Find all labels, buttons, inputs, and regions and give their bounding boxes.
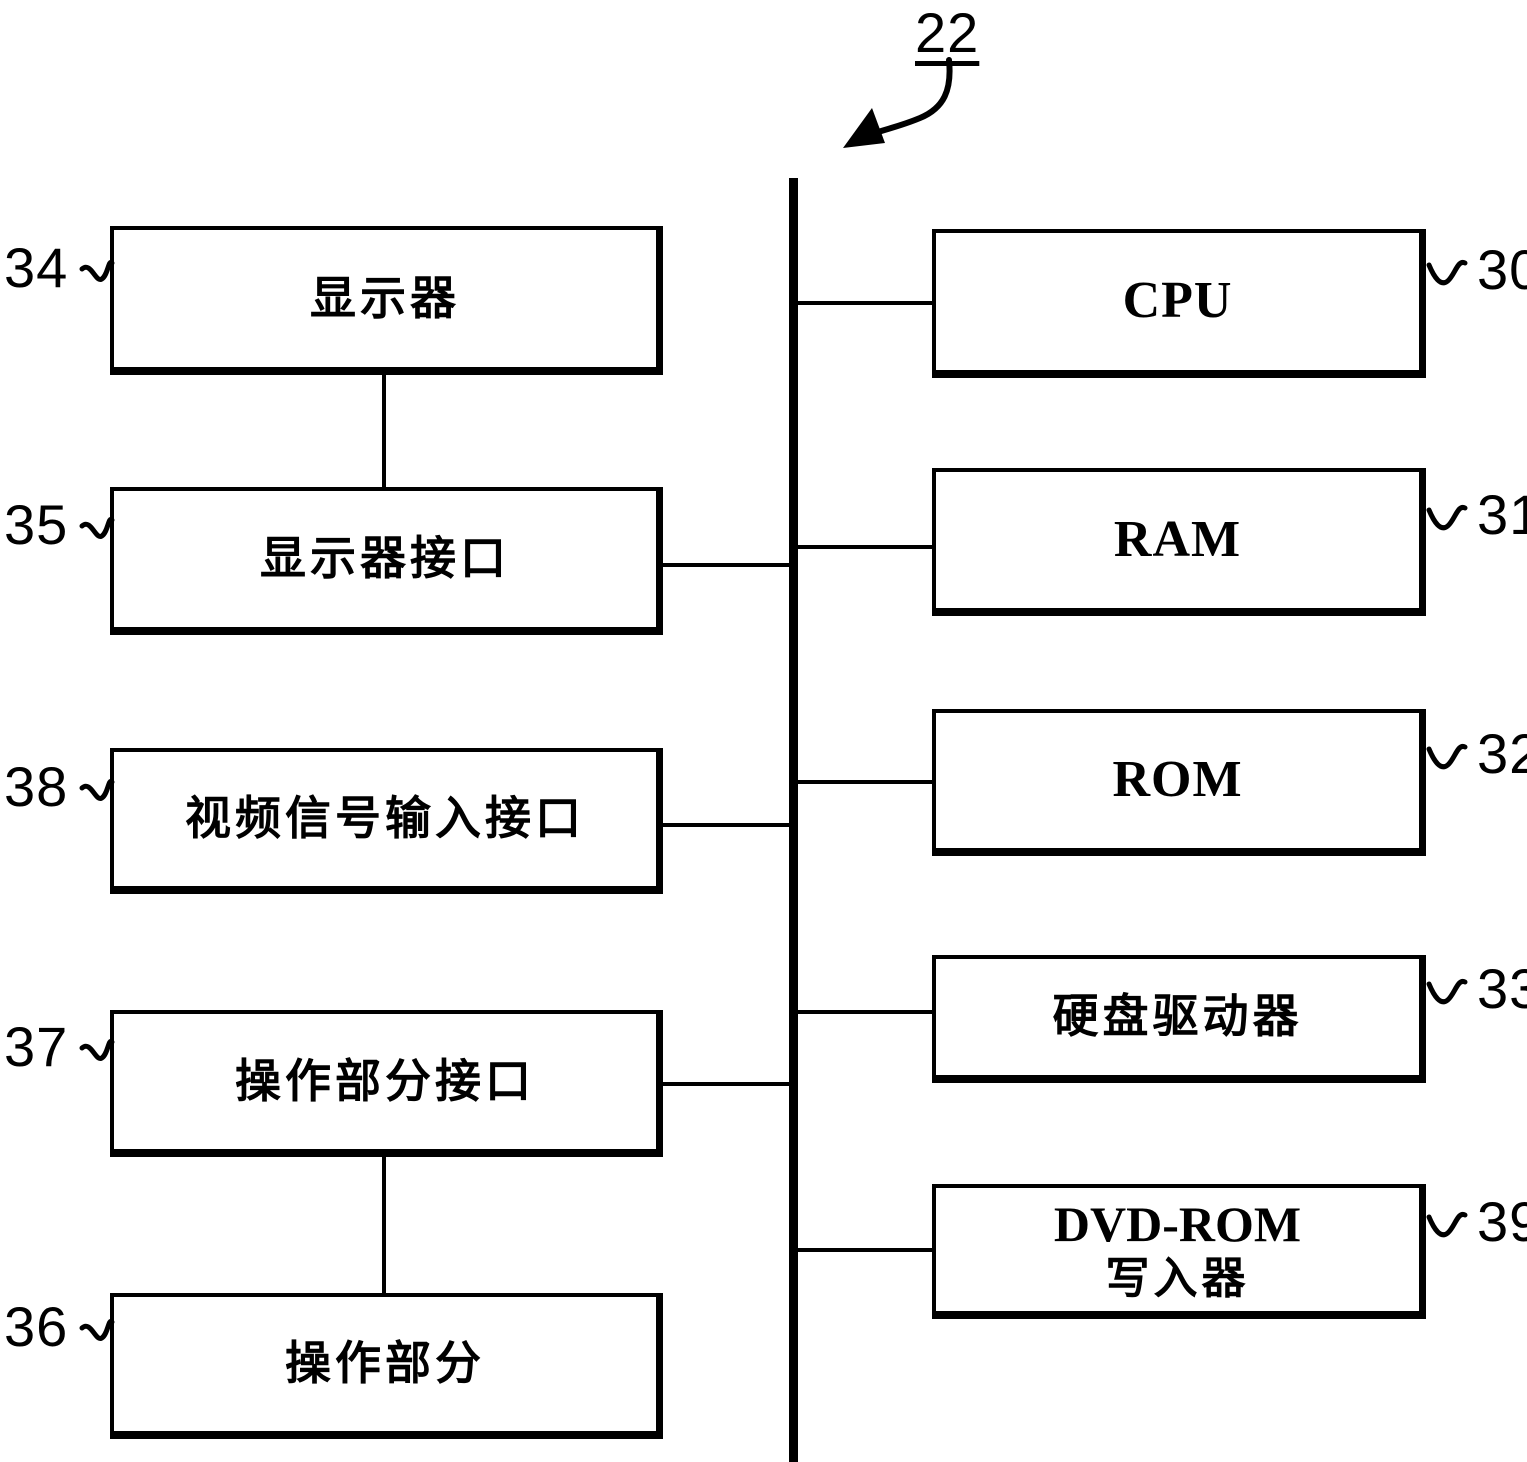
block-hard-disk-drive: 硬盘驱动器: [932, 955, 1426, 1083]
reference-numeral-33: 33: [1477, 957, 1527, 1020]
connector-bus-to-rom: [789, 780, 936, 784]
block-operation-part: 操作部分: [110, 1293, 663, 1439]
block-label-dvd-rom-writer-line2: 写入器: [1105, 1252, 1250, 1304]
block-label-cpu: CPU: [1122, 272, 1233, 330]
leader-line-36: [79, 1318, 115, 1341]
block-rom: ROM: [932, 709, 1426, 856]
block-label-hard-disk-drive: 硬盘驱动器: [1052, 989, 1303, 1044]
block-label-display: 显示器: [310, 270, 460, 325]
reference-numeral-31: 31: [1477, 483, 1527, 546]
connector-bus-to-cpu: [789, 301, 936, 305]
connector-bus-to-ram: [789, 545, 936, 549]
leader-line-33: [1426, 978, 1468, 1005]
block-label-display-interface: 显示器接口: [260, 531, 510, 586]
connector-display-interface-to-bus: [663, 563, 793, 567]
block-label-ram: RAM: [1113, 510, 1242, 568]
leader-line-35: [79, 516, 115, 539]
block-label-operation-part-interface: 操作部分接口: [235, 1053, 535, 1108]
reference-numeral-30: 30: [1477, 238, 1527, 301]
block-display: 显示器: [110, 226, 663, 375]
block-cpu: CPU: [932, 229, 1426, 378]
block-label-rom: ROM: [1112, 751, 1243, 809]
connector-operation-interface-to-bus: [663, 1082, 793, 1086]
leader-line-39: [1426, 1211, 1468, 1238]
block-video-signal-input-interface: 视频信号输入接口: [110, 748, 663, 894]
leader-line-32: [1426, 743, 1468, 770]
assembly-pointer-arrow: [843, 57, 953, 148]
leader-line-34: [79, 259, 115, 282]
connector-bus-to-hard-disk-drive: [789, 1010, 936, 1014]
leader-line-37: [79, 1038, 115, 1061]
reference-numeral-32: 32: [1477, 722, 1527, 785]
connector-display-to-display-interface: [382, 375, 386, 487]
block-label-dvd-rom-writer: DVD-ROM 写入器: [1053, 1195, 1302, 1304]
leader-line-38: [79, 778, 115, 801]
block-display-interface: 显示器接口: [110, 487, 663, 635]
reference-numeral-35: 35: [4, 493, 69, 556]
leader-line-31: [1426, 504, 1468, 531]
block-dvd-rom-writer: DVD-ROM 写入器: [932, 1184, 1426, 1319]
block-ram: RAM: [932, 468, 1426, 616]
block-label-video-signal-input-interface: 视频信号输入接口: [185, 791, 585, 846]
block-operation-part-interface: 操作部分接口: [110, 1010, 663, 1157]
system-bus-line: [789, 178, 798, 1462]
connector-bus-to-dvd-rom-writer: [789, 1248, 936, 1252]
reference-numeral-39: 39: [1477, 1190, 1527, 1253]
connector-operation-interface-to-operation-part: [382, 1157, 386, 1293]
assembly-reference-numeral-22: 22: [915, 1, 980, 64]
reference-numeral-38: 38: [4, 755, 69, 818]
connector-video-input-interface-to-bus: [663, 823, 793, 827]
block-label-operation-part: 操作部分: [285, 1336, 485, 1391]
leader-line-30: [1426, 259, 1468, 286]
reference-numeral-34: 34: [4, 236, 69, 299]
patent-figure-block-diagram: 22 显示器显示器接口视频信号输入接口 操作部分接口 操作部分 CPU RAM ROM 硬盘…: [0, 0, 1527, 1462]
reference-numeral-36: 36: [4, 1295, 69, 1358]
reference-numeral-37: 37: [4, 1015, 69, 1078]
